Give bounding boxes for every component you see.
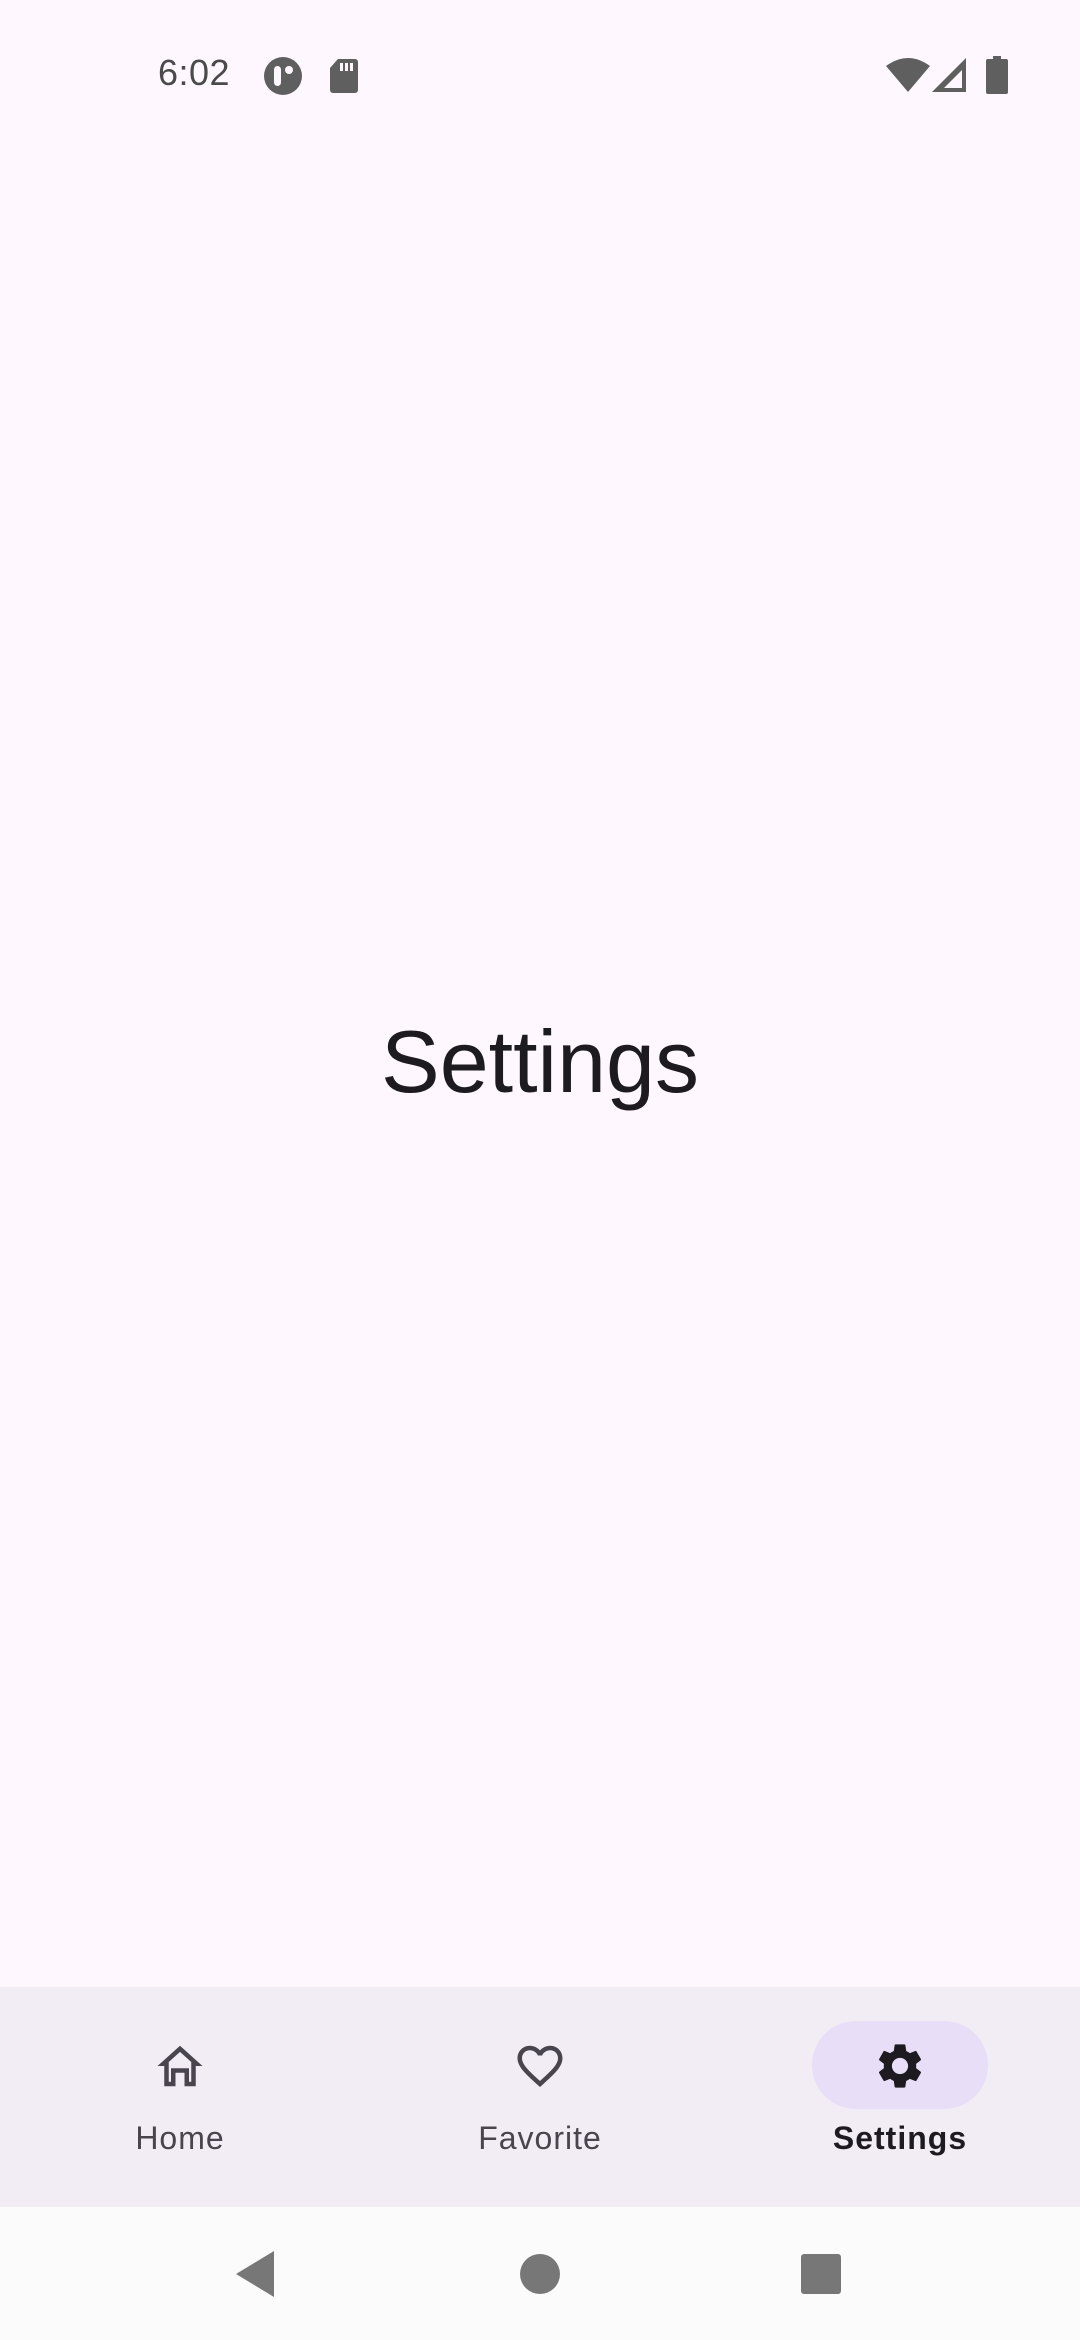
system-navigation-bar bbox=[0, 2207, 1080, 2340]
nav-label-home: Home bbox=[135, 2120, 225, 2156]
battery-icon bbox=[986, 56, 1008, 94]
nav-item-settings[interactable]: Settings bbox=[720, 1987, 1080, 2207]
nav-label-settings: Settings bbox=[832, 2120, 968, 2156]
cell-signal-icon bbox=[932, 58, 966, 92]
back-icon[interactable] bbox=[212, 2229, 302, 2319]
t-notification-icon bbox=[264, 57, 302, 95]
status-bar: 6:02 bbox=[0, 0, 1080, 150]
heart-icon bbox=[517, 2045, 563, 2088]
home-circle-icon[interactable] bbox=[495, 2229, 585, 2319]
main-content: Settings bbox=[0, 150, 1080, 1987]
status-time: 6:02 bbox=[158, 52, 231, 93]
sd-card-icon bbox=[330, 59, 358, 93]
nav-label-favorite: Favorite bbox=[478, 2120, 602, 2156]
home-icon bbox=[157, 2045, 203, 2087]
wifi-icon bbox=[886, 58, 930, 92]
nav-item-home[interactable]: Home bbox=[0, 1987, 360, 2207]
bottom-navigation-bar: Home Favorite Settings bbox=[0, 1987, 1080, 2207]
gear-icon bbox=[878, 2044, 922, 2088]
recents-icon[interactable] bbox=[776, 2229, 866, 2319]
nav-item-favorite[interactable]: Favorite bbox=[360, 1987, 720, 2207]
page-title: Settings bbox=[381, 1012, 699, 1111]
